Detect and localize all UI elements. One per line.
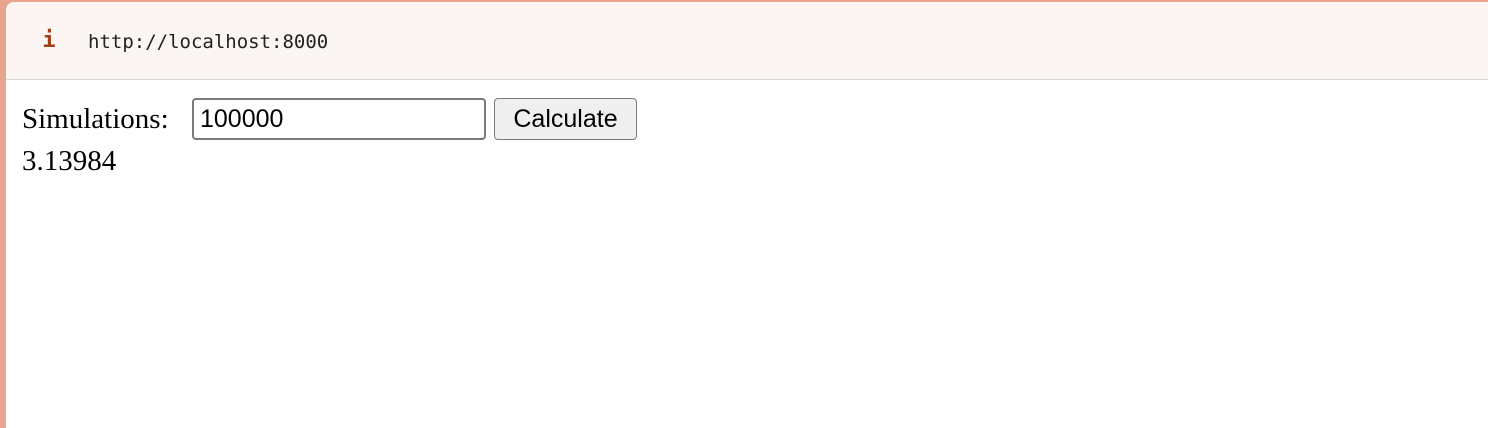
info-icon[interactable]: i (42, 30, 56, 52)
browser-window: i http://localhost:8000 Simulations: Cal… (6, 2, 1488, 428)
result-value: 3.13984 (22, 145, 117, 177)
url-text[interactable]: http://localhost:8000 (88, 31, 328, 53)
simulation-form: Simulations: Calculate (22, 98, 1488, 142)
address-bar: i http://localhost:8000 (6, 2, 1488, 80)
calculate-button[interactable]: Calculate (494, 98, 637, 140)
simulations-input[interactable] (192, 98, 486, 140)
simulations-label: Simulations: (22, 103, 169, 135)
page-content: Simulations: Calculate 3.13984 (22, 98, 1488, 177)
